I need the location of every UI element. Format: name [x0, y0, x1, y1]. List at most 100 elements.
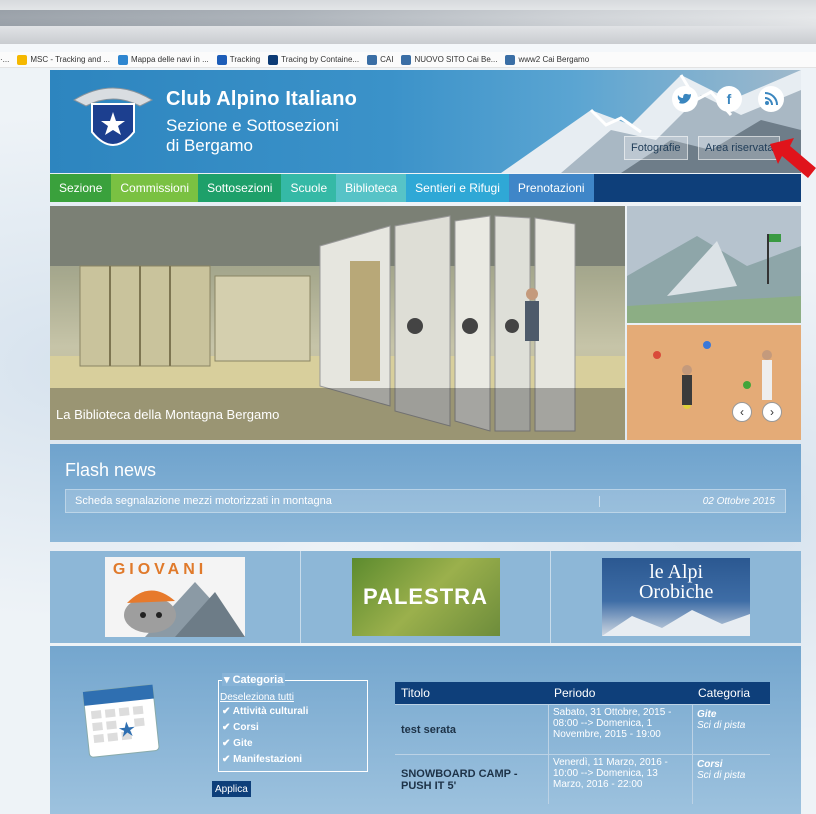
events-table-header: Titolo Periodo Categoria [395, 682, 770, 704]
nav-item-sezione[interactable]: Sezione [50, 174, 112, 202]
category-label: Manifestazioni [233, 754, 303, 765]
event-period: Sabato, 31 Ottobre, 2015 - 08:00 --> Dom… [548, 705, 692, 754]
col-title-header: Titolo [401, 686, 430, 700]
event-category-cell: Corsi Sci di pista [692, 755, 770, 804]
image-slider: La Biblioteca della Montagna Bergamo ‹ › [50, 206, 801, 440]
site-subtitle-line2: di Bergamo [166, 136, 253, 155]
bookmark-item[interactable]: Tracing by Containe... [268, 54, 360, 65]
alpi-orobiche-banner-image: le Alpi Orobiche [602, 558, 751, 636]
bookmark-label: www2 Cai Bergamo [518, 55, 590, 64]
facebook-glyph: f [726, 91, 732, 107]
bookmark-favicon-icon [268, 54, 279, 65]
bookmark-item[interactable]: MSC - Tracking and ... [17, 54, 110, 65]
main-nav: Sezione Commissioni Sottosezioni Scuole Bibl… [50, 174, 801, 202]
bookmark-favicon-icon [17, 54, 28, 65]
event-category-cell: Gite Sci di pista [692, 705, 770, 754]
table-row[interactable]: SNOWBOARD CAMP - PUSH IT 5' Venerdì, 11 M… [395, 754, 770, 804]
category-label: Attività culturali [232, 706, 309, 717]
site-subtitle-line1: Sezione e Sottosezioni [166, 116, 339, 135]
slide-library[interactable]: La Biblioteca della Montagna Bergamo [50, 206, 625, 440]
event-title[interactable]: test serata [395, 705, 548, 754]
event-subcategory[interactable]: Sci di pista [697, 720, 766, 731]
alpi-banner-line2: Orobiche [638, 581, 714, 603]
palestra-banner-image: PALESTRA [351, 558, 500, 636]
bookmark-label: Mappa delle navi in ... [130, 55, 209, 64]
bookmarks-bar: ·... MSC - Tracking and ... Mappa delle na… [0, 52, 816, 68]
event-period: Venerdì, 11 Marzo, 2016 - 10:00 --> Dome… [548, 755, 692, 804]
site-subtitle[interactable]: Sezione e Sottosezioni di Bergamo [166, 116, 339, 156]
bookmark-item[interactable]: Mappa delle navi in ... [117, 54, 209, 65]
browser-title-strip [0, 0, 816, 44]
alpi-banner-line1: le Alpi [649, 561, 704, 583]
nav-item-sentieri-e-rifugi[interactable]: Sentieri e Rifugi [406, 174, 509, 202]
slider-prev-button[interactable]: ‹ [732, 402, 752, 422]
apply-button[interactable]: Applica [212, 781, 251, 797]
nav-item-prenotazioni[interactable]: Prenotazioni [508, 174, 594, 202]
category-label: Gite [233, 738, 253, 749]
event-category[interactable]: Corsi [697, 759, 766, 770]
bookmark-item[interactable]: Tracking [216, 54, 261, 65]
banner-alpi-orobiche[interactable]: le Alpi Orobiche [551, 551, 801, 643]
slide-thumb-mountain-hut[interactable] [627, 206, 801, 323]
cai-logo[interactable] [70, 78, 156, 164]
bookmark-label: CAI [380, 55, 394, 64]
bookmark-label: MSC - Tracking and ... [30, 55, 110, 64]
nav-item-scuole[interactable]: Scuole [281, 174, 337, 202]
site-title[interactable]: Club Alpino Italiano [166, 88, 357, 111]
event-category[interactable]: Gite [697, 709, 766, 720]
bookmark-overflow[interactable]: ·... [0, 55, 9, 64]
bookmark-label: Tracing by Containe... [281, 55, 360, 64]
checkmark-icon: ✔ [222, 706, 233, 717]
nav-item-commissioni[interactable]: Commissioni [111, 174, 199, 202]
bookmark-favicon-icon [117, 54, 128, 65]
slide-thumb-climbing[interactable] [627, 325, 801, 440]
checkmark-icon: ✔ [222, 722, 234, 733]
category-checkbox[interactable]: ✔ Manifestazioni [222, 754, 302, 765]
bookmark-item[interactable]: NUOVO SITO Cai Be... [401, 54, 498, 65]
thumb-climbing-image [627, 325, 801, 440]
banner-giovani[interactable]: GIOVANI [50, 551, 301, 643]
flash-news-text[interactable]: Scheda segnalazione mezzi motorizzati in… [66, 495, 599, 507]
deselect-all-link[interactable]: Deseleziona tutti [220, 692, 294, 703]
flash-news-date: 02 Ottobre 2015 [599, 495, 785, 507]
slide-caption: La Biblioteca della Montagna Bergamo [50, 388, 625, 440]
bookmark-label: NUOVO SITO Cai Be... [414, 55, 498, 64]
category-checkbox[interactable]: ✔ Gite [222, 738, 253, 749]
banner-row: GIOVANI PALESTRA le Alpi Orobiche [50, 551, 801, 643]
rss-icon[interactable] [758, 86, 784, 112]
bookmark-favicon-icon [216, 54, 227, 65]
event-title[interactable]: SNOWBOARD CAMP - PUSH IT 5' [395, 755, 548, 804]
event-subcategory[interactable]: Sci di pista [697, 770, 766, 781]
calendar-icon [82, 684, 160, 758]
events-table: Titolo Periodo Categoria test serata Saba… [395, 682, 770, 804]
category-checkbox[interactable]: ✔ Corsi [222, 722, 259, 733]
banner-palestra[interactable]: PALESTRA [301, 551, 552, 643]
col-category-header: Categoria [698, 686, 751, 700]
nav-item-biblioteca[interactable]: Biblioteca [336, 174, 407, 202]
category-checkbox[interactable]: ✔ Attività culturali [222, 706, 308, 717]
nav-item-sottosezioni[interactable]: Sottosezioni [198, 174, 282, 202]
checkmark-icon: ✔ [222, 754, 234, 765]
bookmark-label: Tracking [229, 55, 261, 64]
red-arrow-annotation [770, 138, 816, 178]
site-container: Club Alpino Italiano Sezione e Sottosezi… [50, 70, 801, 814]
site-header: Club Alpino Italiano Sezione e Sottosezi… [50, 70, 801, 173]
bookmark-favicon-icon [367, 54, 378, 65]
bookmark-favicon-icon [505, 54, 516, 65]
col-period-header: Periodo [554, 686, 596, 700]
bookmark-favicon-icon [401, 54, 412, 65]
flash-news-item[interactable]: Scheda segnalazione mezzi motorizzati in… [65, 489, 786, 513]
thumb-mountain-hut-image [627, 206, 801, 323]
category-legend[interactable]: ▾ Categoria [222, 673, 286, 686]
events-section: ▾ Categoria Deseleziona tutti ✔ Attività… [50, 646, 801, 814]
bookmark-item[interactable]: www2 Cai Bergamo [505, 54, 590, 65]
photos-button[interactable]: Fotografie [624, 136, 688, 160]
bookmark-item[interactable]: CAI [367, 54, 394, 65]
twitter-icon[interactable] [672, 86, 698, 112]
facebook-icon[interactable]: f [716, 86, 742, 112]
table-row[interactable]: test serata Sabato, 31 Ottobre, 2015 - 08… [395, 704, 770, 754]
reserved-area-button[interactable]: Area riservata [698, 136, 781, 160]
category-label: Corsi [233, 722, 259, 733]
checkmark-icon: ✔ [222, 738, 234, 749]
slider-next-button[interactable]: › [762, 402, 782, 422]
